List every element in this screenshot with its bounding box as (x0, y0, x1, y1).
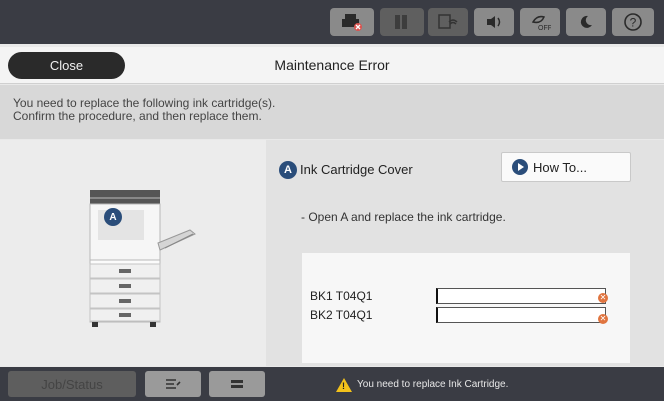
error-icon: ✕ (598, 293, 608, 303)
job-status-button[interactable]: Job/Status (8, 371, 136, 397)
how-to-button[interactable]: How To... (501, 152, 631, 182)
how-to-label: How To... (533, 159, 587, 175)
eco-icon[interactable]: OFF (520, 8, 560, 36)
printer-error-icon[interactable] (330, 8, 374, 36)
tray-icon[interactable] (209, 371, 265, 397)
svg-text:OFF: OFF (538, 25, 551, 31)
warning-icon: ! (336, 378, 352, 392)
printer-diagram-panel: A (0, 140, 266, 366)
ink-cartridge-list: BK1 T04Q1 ✕ BK2 T04Q1 ✕ (302, 253, 630, 363)
status-bar: OFF ? (0, 0, 664, 44)
list-item: BK2 T04Q1 (310, 306, 606, 324)
bottom-bar: Job/Status ! You need to replace Ink Car… (0, 367, 664, 401)
header: Close Maintenance Error (0, 47, 664, 84)
ink-level-bar (436, 288, 606, 304)
cover-marker-badge: A (104, 208, 122, 226)
wifi-icon[interactable] (428, 8, 468, 36)
play-icon (512, 159, 528, 175)
printer-illustration (89, 190, 196, 327)
svg-text:?: ? (630, 16, 637, 30)
message-line-2: Confirm the procedure, and then replace … (13, 109, 262, 123)
job-list-icon[interactable] (145, 371, 201, 397)
list-item: BK1 T04Q1 (310, 287, 606, 305)
volume-icon[interactable] (474, 8, 514, 36)
sleep-icon[interactable] (566, 8, 606, 36)
cartridge-name: BK2 T04Q1 (310, 308, 373, 322)
maintenance-error-screen: OFF ? Close Maintenance Error You need t… (0, 0, 664, 401)
page-title: Maintenance Error (274, 57, 390, 73)
cover-label: Ink Cartridge Cover (300, 162, 413, 177)
instruction-panel: A Ink Cartridge Cover How To... - Open A… (266, 140, 664, 366)
instruction-text: - Open A and replace the ink cartridge. (301, 210, 506, 224)
cartridge-name: BK1 T04Q1 (310, 289, 373, 303)
error-message: You need to replace the following ink ca… (0, 85, 664, 139)
warning-text: You need to replace Ink Cartridge. (357, 379, 509, 390)
error-icon: ✕ (598, 314, 608, 324)
ink-level-bar (436, 307, 606, 323)
cover-badge: A (279, 161, 297, 179)
ink-icon[interactable] (380, 8, 424, 36)
help-icon[interactable]: ? (612, 8, 654, 36)
